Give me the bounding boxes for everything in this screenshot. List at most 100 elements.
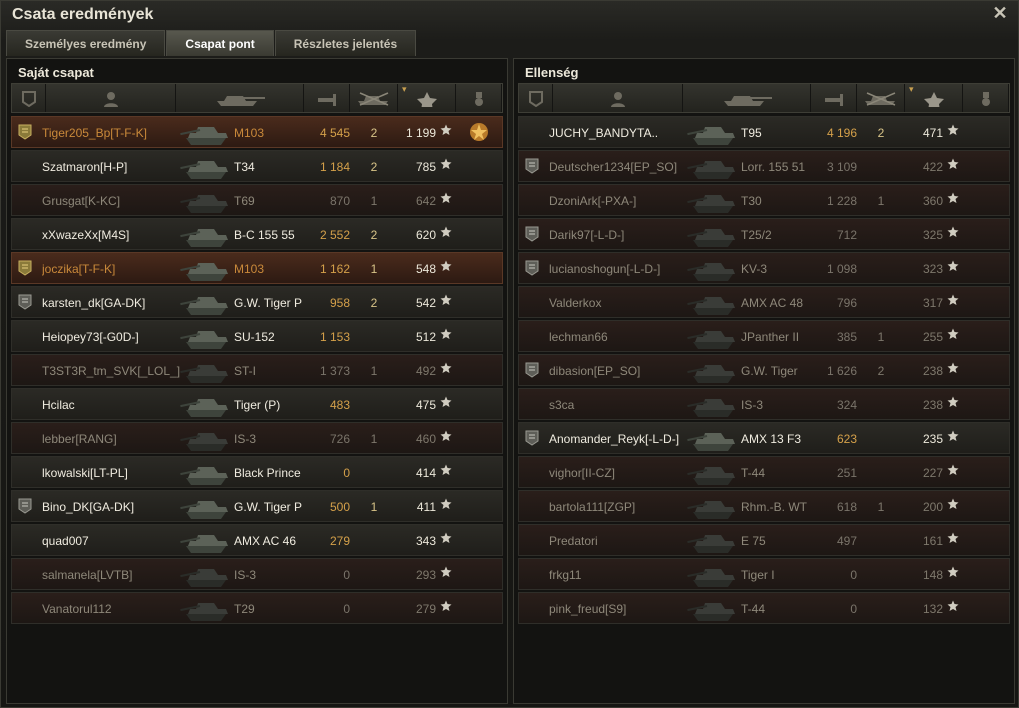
points-value: 785 (415, 160, 436, 174)
star-icon (947, 600, 959, 612)
badge-icon (18, 260, 32, 276)
star-icon (440, 260, 452, 272)
table-row[interactable]: Vanatorul112 T29 0 279 (11, 592, 503, 624)
table-row[interactable]: Heiopey73[-G0D-] SU-152 1 153 512 (11, 320, 503, 352)
damage-value: 500 (329, 500, 350, 514)
tank-column-header[interactable] (683, 84, 811, 112)
badge-column-header[interactable] (12, 84, 46, 112)
table-row[interactable]: lucianoshogun[-L-D-] KV-3 1 098 323 (518, 252, 1010, 284)
kills-column-header[interactable] (857, 84, 905, 112)
player-column-header[interactable] (46, 84, 176, 112)
table-row[interactable]: Hcilac Tiger (P) 483 475 (11, 388, 503, 420)
medal-column-header[interactable] (963, 84, 1009, 112)
table-row[interactable]: vighor[II-CZ] T-44 251 227 (518, 456, 1010, 488)
table-row[interactable]: karsten_dk[GA-DK] G.W. Tiger P 958 2 542 (11, 286, 503, 318)
damage-value: 3 109 (826, 160, 857, 174)
damage-value: 712 (836, 228, 857, 242)
damage-column-header[interactable] (304, 84, 350, 112)
table-row[interactable]: lebber[RANG] IS-3 726 1 460 (11, 422, 503, 454)
tank-icon (720, 91, 774, 110)
points-value: 238 (922, 364, 943, 378)
tank-icon (685, 594, 745, 624)
tab-personal-results[interactable]: Személyes eredmény (6, 30, 166, 56)
damage-column-header[interactable] (811, 84, 857, 112)
points-value: 422 (922, 160, 943, 174)
star-icon (947, 362, 959, 374)
star-icon (440, 430, 452, 442)
tank-icon (178, 254, 238, 284)
points-column-header[interactable]: ▾ (398, 84, 456, 112)
sort-indicator-icon: ▾ (402, 84, 407, 94)
badge-icon (18, 498, 32, 514)
tank-column-header[interactable] (176, 84, 304, 112)
kills-column-header[interactable] (350, 84, 398, 112)
table-row[interactable]: s3ca IS-3 324 238 (518, 388, 1010, 420)
table-row[interactable]: bartola111[ZGP] Rhm.-B. WT 618 1 200 (518, 490, 1010, 522)
battle-results-window: Csata eredmények ✕ Személyes eredmény Cs… (0, 0, 1019, 708)
points-value: 512 (415, 330, 436, 344)
star-icon (440, 328, 452, 340)
table-row[interactable]: pink_freud[S9] T-44 0 132 (518, 592, 1010, 624)
table-row[interactable]: lkowalski[LT-PL] Black Prince 0 414 (11, 456, 503, 488)
table-row[interactable]: xXwazeXx[M4S] B-C 155 55 2 552 2 620 (11, 218, 503, 250)
points-value: 255 (922, 330, 943, 344)
table-row[interactable]: Predatori E 75 497 161 (518, 524, 1010, 556)
table-row[interactable]: frkg11 Tiger I 0 148 (518, 558, 1010, 590)
points-value: 323 (922, 262, 943, 276)
table-row[interactable]: Szatmaron[H-P] T34 1 184 2 785 (11, 150, 503, 182)
table-row[interactable]: quad007 AMX AC 46 279 343 (11, 524, 503, 556)
table-row[interactable]: T3ST3R_tm_SVK[_LOL_] ST-I 1 373 1 492 (11, 354, 503, 386)
table-row[interactable]: salmanela[LVTB] IS-3 0 293 (11, 558, 503, 590)
player-column-header[interactable] (553, 84, 683, 112)
kills-icon (356, 91, 392, 110)
tab-detailed-report[interactable]: Részletes jelentés (274, 30, 417, 56)
damage-icon (315, 91, 339, 110)
damage-value: 483 (329, 398, 350, 412)
badge-icon (525, 226, 539, 242)
star-icon (947, 532, 959, 544)
own-team-header: ▾ (11, 83, 503, 113)
sort-indicator-icon: ▾ (909, 84, 914, 94)
enemy-team-rows: JUCHY_BANDYTA.. T95 4 196 2 471 Deutscher1234… (518, 116, 1010, 626)
tank-icon (178, 526, 238, 556)
star-icon (440, 566, 452, 578)
table-row[interactable]: dibasion[EP_SO] G.W. Tiger 1 626 2 238 (518, 354, 1010, 386)
damage-value: 0 (850, 602, 857, 616)
star-icon (440, 532, 452, 544)
table-row[interactable]: Tiger205_Bp[T-F-K] M103 4 545 2 1 199 (11, 116, 503, 148)
table-row[interactable]: JUCHY_BANDYTA.. T95 4 196 2 471 (518, 116, 1010, 148)
tank-icon (178, 390, 238, 420)
badge-column-header[interactable] (519, 84, 553, 112)
points-value: 642 (415, 194, 436, 208)
points-value: 542 (415, 296, 436, 310)
damage-value: 385 (836, 330, 857, 344)
star-icon (947, 498, 959, 510)
player-icon (99, 91, 123, 110)
damage-value: 1 153 (319, 330, 350, 344)
table-row[interactable]: Bino_DK[GA-DK] G.W. Tiger P 500 1 411 (11, 490, 503, 522)
table-row[interactable]: Deutscher1234[EP_SO] Lorr. 155 51 3 109 422 (518, 150, 1010, 182)
close-icon[interactable]: ✕ (991, 4, 1009, 22)
medal-icon[interactable] (468, 121, 490, 143)
star-icon (440, 226, 452, 238)
points-value: 235 (922, 432, 943, 446)
star-icon (440, 396, 452, 408)
star-icon (440, 362, 452, 374)
table-row[interactable]: lechman66 JPanther II 385 1 255 (518, 320, 1010, 352)
own-team-title: Saját csapat (18, 65, 94, 80)
points-column-header[interactable]: ▾ (905, 84, 963, 112)
table-row[interactable]: joczika[T-F-K] M103 1 162 1 548 (11, 252, 503, 284)
table-row[interactable]: Darik97[-L-D-] T25/2 712 325 (518, 218, 1010, 250)
damage-value: 4 545 (319, 126, 350, 140)
star-icon (440, 464, 452, 476)
table-row[interactable]: Anomander_Reyk[-L-D-] AMX 13 F3 623 235 (518, 422, 1010, 454)
table-row[interactable]: Valderkox AMX AC 48 796 317 (518, 286, 1010, 318)
table-row[interactable]: Grusgat[K-KC] T69 870 1 642 (11, 184, 503, 216)
tab-bar: Személyes eredmény Csapat pont Részletes… (6, 30, 417, 56)
damage-value: 1 098 (826, 262, 857, 276)
damage-value: 4 196 (826, 126, 857, 140)
table-row[interactable]: DzoniArk[-PXA-] T30 1 228 1 360 (518, 184, 1010, 216)
medal-column-header[interactable] (456, 84, 502, 112)
points-value: 132 (922, 602, 943, 616)
tab-team-score[interactable]: Csapat pont (166, 30, 274, 56)
